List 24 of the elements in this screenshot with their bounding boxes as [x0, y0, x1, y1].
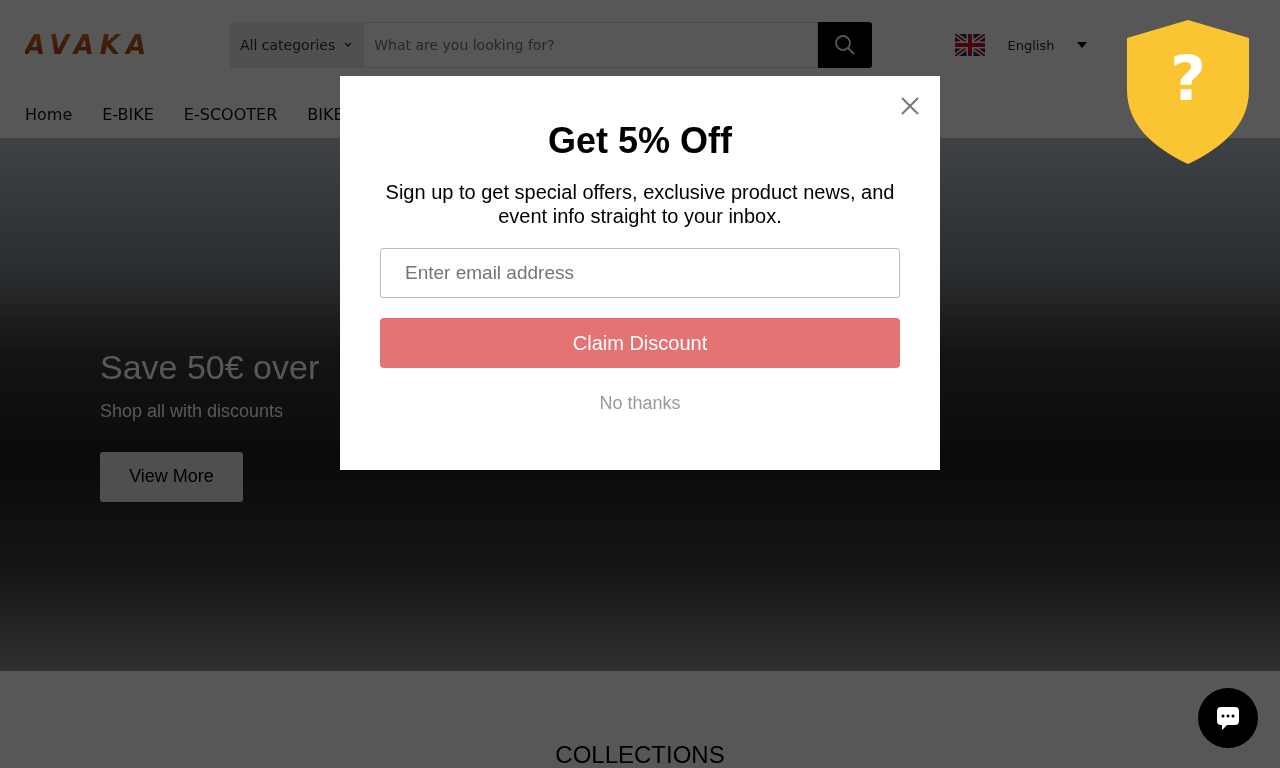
no-thanks-link[interactable]: No thanks	[593, 392, 687, 415]
view-more-button[interactable]: View More	[100, 451, 243, 502]
nav-link[interactable]: BIKE	[307, 104, 344, 124]
shield-badge[interactable]: ?	[1127, 20, 1249, 164]
section-title: COLLECTIONS	[554, 741, 726, 768]
email-field[interactable]: Enter email address	[380, 248, 900, 298]
caret-icon	[1077, 42, 1087, 48]
nav-link[interactable]: Home	[25, 104, 73, 124]
category-select[interactable]: All categories	[230, 22, 364, 68]
search-button[interactable]	[818, 22, 872, 68]
chat-button[interactable]	[1198, 688, 1258, 748]
close-icon	[900, 96, 920, 116]
chevron-icon	[343, 41, 354, 49]
popup-text: Sign up to get special offers, exclusive product news, and event info straight to your inbox.	[384, 180, 896, 228]
nav-link[interactable]: E-SCOOTER	[183, 104, 278, 124]
popup-title: Get 5% Off	[548, 120, 732, 162]
hero-subtitle: Shop all with discounts	[100, 400, 284, 422]
flag-icon	[955, 34, 985, 56]
hero-title: Save 50€ over	[100, 347, 320, 387]
nav-link[interactable]: E-BIKE	[102, 104, 154, 124]
search-icon	[834, 34, 856, 56]
close-button[interactable]	[900, 96, 920, 116]
language-select[interactable]: English	[949, 33, 1093, 57]
claim-discount-button[interactable]: Claim Discount	[380, 318, 900, 368]
